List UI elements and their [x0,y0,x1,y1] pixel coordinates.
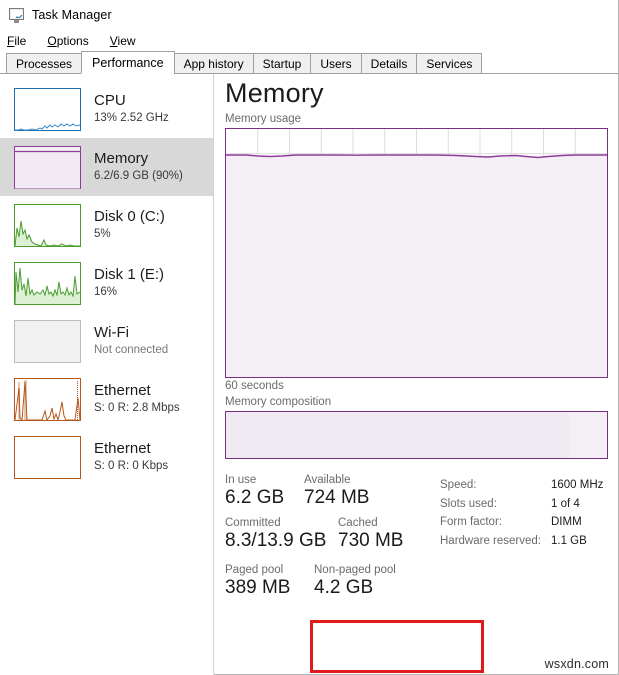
memory-stats-left: In use 6.2 GB Available 724 MB Committed… [225,474,440,552]
sidebar-item-sublabel: 5% [94,228,165,241]
info-key: Slots used: [440,495,551,514]
memory-thumbnail-graph [14,146,81,189]
sidebar-item-label: Wi-Fi [94,325,168,342]
sidebar-item-label: Ethernet [94,383,180,400]
sidebar-item-disk-0[interactable]: Disk 0 (C:) 5% [0,196,213,254]
sidebar-item-memory[interactable]: Memory 6.2/6.9 GB (90%) [0,138,213,196]
sidebar-item-sublabel: S: 0 R: 0 Kbps [94,460,168,473]
tab-app-history[interactable]: App history [174,53,254,74]
watermark: wsxdn.com [545,657,609,671]
composition-segment-in-use [226,412,569,458]
sidebar-item-ethernet-2[interactable]: Ethernet S: 0 R: 0 Kbps [0,428,213,486]
resource-sidebar: CPU 13% 2.52 GHz Memory 6.2/6.9 GB (90%) [0,74,214,675]
sidebar-item-label: Ethernet [94,441,168,458]
sidebar-item-sublabel: S: 0 R: 2.8 Mbps [94,402,180,415]
stat-value: 730 MB [338,530,403,552]
chart-x-axis-label: 60 seconds [225,380,618,392]
memory-pools: Paged pool 389 MB Non-paged pool 4.2 GB [225,564,618,599]
stat-non-paged-pool: Non-paged pool 4.2 GB [304,564,396,599]
menu-view[interactable]: View [110,34,136,48]
menu-file[interactable]: File [7,34,26,48]
memory-composition-bar[interactable] [225,411,608,459]
info-value: DIMM [551,513,582,532]
ethernet-1-thumbnail-graph [14,378,81,421]
stat-label: Paged pool [225,564,304,576]
memory-composition-label: Memory composition [225,396,618,408]
stat-in-use: In use 6.2 GB [225,474,304,509]
sidebar-item-sublabel: 6.2/6.9 GB (90%) [94,170,183,183]
stat-available: Available 724 MB [304,474,369,509]
sidebar-item-ethernet-1[interactable]: Ethernet S: 0 R: 2.8 Mbps [0,370,213,428]
stat-committed: Committed 8.3/13.9 GB [225,517,338,552]
stat-value: 389 MB [225,577,304,599]
sidebar-item-label: CPU [94,93,169,110]
window-title: Task Manager [32,8,112,22]
sidebar-item-cpu[interactable]: CPU 13% 2.52 GHz [0,80,213,138]
stat-value: 724 MB [304,487,369,509]
tab-strip: Processes Performance App history Startu… [0,52,618,74]
memory-usage-chart [225,128,608,378]
sidebar-item-label: Memory [94,151,183,168]
stat-paged-pool: Paged pool 389 MB [225,564,304,599]
stat-value: 6.2 GB [225,487,304,509]
info-key: Hardware reserved: [440,532,551,551]
task-manager-icon [8,8,25,23]
sidebar-item-sublabel: Not connected [94,344,168,357]
tab-details[interactable]: Details [361,53,418,74]
tab-performance[interactable]: Performance [81,51,175,74]
disk-1-thumbnail-graph [14,262,81,305]
info-slots-used: Slots used: 1 of 4 [440,495,603,514]
info-hardware-reserved: Hardware reserved: 1.1 GB [440,532,603,551]
sidebar-item-label: Disk 0 (C:) [94,209,165,226]
info-key: Form factor: [440,513,551,532]
stat-label: In use [225,474,304,486]
wifi-thumbnail-graph [14,320,81,363]
stat-label: Cached [338,517,403,529]
cpu-thumbnail-graph [14,88,81,131]
page-title: Memory [225,78,618,109]
stat-label: Committed [225,517,338,529]
info-value: 1.1 GB [551,532,587,551]
disk-0-thumbnail-graph [14,204,81,247]
stat-value: 8.3/13.9 GB [225,530,338,552]
info-value: 1 of 4 [551,495,580,514]
memory-usage-label: Memory usage [225,113,618,125]
content-body: CPU 13% 2.52 GHz Memory 6.2/6.9 GB (90%) [0,74,618,675]
info-key: Speed: [440,476,551,495]
sidebar-item-sublabel: 16% [94,286,164,299]
stat-label: Available [304,474,369,486]
info-value: 1600 MHz [551,476,603,495]
tab-processes[interactable]: Processes [6,53,82,74]
sidebar-item-sublabel: 13% 2.52 GHz [94,112,169,125]
sidebar-item-wifi[interactable]: Wi-Fi Not connected [0,312,213,370]
memory-stats: In use 6.2 GB Available 724 MB Committed… [225,474,618,552]
menu-bar: File Options View [0,30,618,52]
task-manager-window: Task Manager File Options View Processes… [0,0,619,675]
stat-label: Non-paged pool [314,564,396,576]
info-speed: Speed: 1600 MHz [440,476,603,495]
sidebar-item-label: Disk 1 (E:) [94,267,164,284]
menu-options[interactable]: Options [47,34,88,48]
tab-startup[interactable]: Startup [253,53,312,74]
title-bar: Task Manager [0,0,618,30]
stat-cached: Cached 730 MB [338,517,403,552]
tab-services[interactable]: Services [416,53,482,74]
performance-detail-pane: Memory Memory usage [214,74,618,675]
tab-users[interactable]: Users [310,53,361,74]
memory-system-info: Speed: 1600 MHz Slots used: 1 of 4 Form … [440,474,603,552]
ethernet-2-thumbnail-graph [14,436,81,479]
stat-value: 4.2 GB [314,577,396,599]
sidebar-item-disk-1[interactable]: Disk 1 (E:) 16% [0,254,213,312]
info-form-factor: Form factor: DIMM [440,513,603,532]
